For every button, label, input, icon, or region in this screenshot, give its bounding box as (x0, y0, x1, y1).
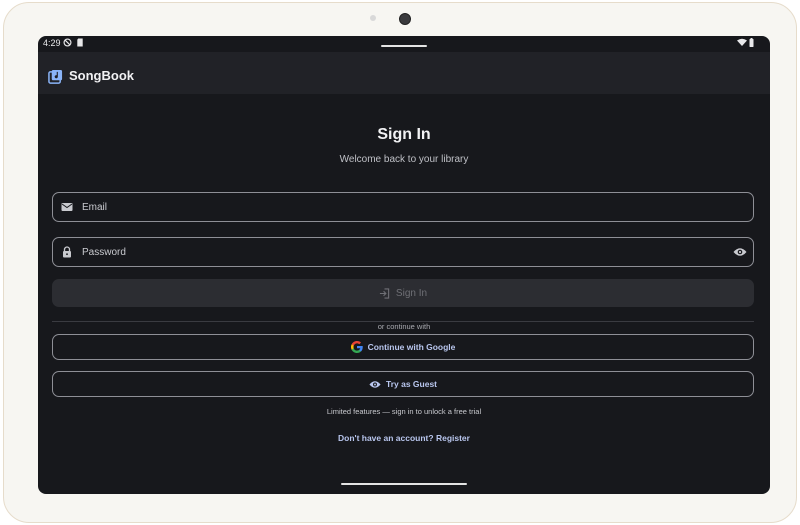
try-as-guest-button[interactable]: Try as Guest (52, 371, 754, 397)
page-subtitle: Welcome back to your library (339, 154, 469, 165)
guest-note: Limited features — sign in to unlock a f… (326, 407, 482, 416)
app-screen: 4:29 SongBook Sign In Welcome back to yo… (38, 36, 770, 494)
music-library-icon (48, 69, 63, 84)
sign-in-button[interactable]: Sign In (52, 279, 754, 307)
eye-icon[interactable] (733, 246, 747, 258)
eye-icon (369, 380, 381, 388)
continue-with-google-button[interactable]: Continue with Google (52, 334, 754, 360)
register-prompt: Don't have an account? (338, 433, 434, 443)
email-input[interactable] (82, 193, 722, 221)
register-row: Don't have an account? Register (38, 433, 770, 443)
page-title: Sign In (377, 126, 431, 143)
email-field[interactable] (52, 192, 754, 222)
google-icon (350, 341, 363, 353)
wifi-icon (737, 38, 747, 46)
sd-card-icon (77, 38, 83, 47)
do-not-disturb-icon (63, 38, 72, 47)
password-input[interactable] (82, 238, 722, 266)
password-field[interactable] (52, 237, 754, 267)
mail-icon (61, 203, 73, 211)
app-title: SongBook (69, 68, 134, 83)
guest-button-label: Try as Guest (385, 379, 438, 389)
front-camera (399, 13, 411, 25)
app-bar: SongBook (38, 52, 770, 94)
status-time: 4:29 (43, 38, 61, 48)
google-button-label: Continue with Google (367, 342, 456, 352)
register-link[interactable]: Register (436, 433, 470, 443)
top-handle (381, 45, 427, 47)
lock-icon (63, 246, 71, 258)
login-icon (379, 287, 390, 299)
tablet-frame: 4:29 SongBook Sign In Welcome back to yo… (3, 2, 797, 523)
divider-text: or continue with (371, 322, 437, 331)
home-indicator[interactable] (341, 483, 467, 485)
sign-in-label: Sign In (395, 287, 428, 299)
sensor-dot (370, 15, 376, 21)
battery-icon (749, 38, 754, 47)
status-bar: 4:29 (38, 36, 770, 52)
